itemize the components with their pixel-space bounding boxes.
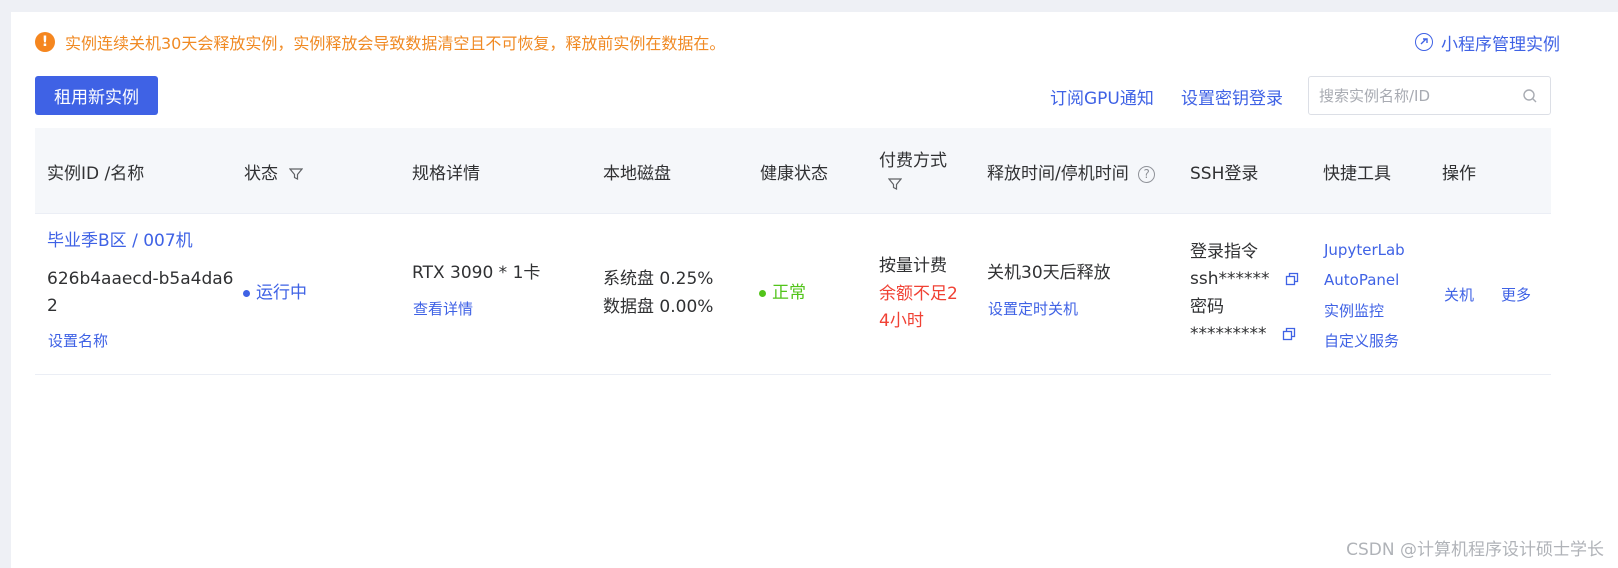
health-text: 正常	[772, 283, 806, 303]
link-icon	[1415, 33, 1433, 51]
col-status-label: 状态	[244, 164, 278, 184]
tool-autopanel-link[interactable]: AutoPanel	[1324, 267, 1399, 294]
set-name-link[interactable]: 设置名称	[48, 328, 108, 355]
instance-panel: ! 实例连续关机30天会释放实例，实例释放会导致数据清空且不可恢复，释放前实例在…	[11, 12, 1618, 568]
col-ssh: SSH登录	[1190, 164, 1259, 184]
col-id-name: 实例ID /名称	[47, 164, 145, 184]
release-policy: 关机30天后释放	[987, 263, 1111, 283]
status-dot	[243, 289, 250, 297]
ssh-command-label: 登录指令	[1190, 242, 1258, 262]
more-button[interactable]: 更多	[1501, 282, 1531, 309]
ssh-key-login-link[interactable]: 设置密钥登录	[1181, 84, 1283, 109]
balance-warning-line1: 余额不足2	[879, 284, 958, 304]
col-tools: 快捷工具	[1323, 164, 1391, 184]
instance-id-line2: 2	[47, 296, 58, 316]
spec-text: RTX 3090 * 1卡	[412, 263, 541, 283]
data-disk-usage: 数据盘 0.00%	[603, 297, 714, 317]
ssh-command-value: ssh******	[1190, 269, 1270, 289]
billing-mode: 按量计费	[879, 256, 947, 276]
ssh-password: *********	[1190, 321, 1296, 348]
status-text: 运行中	[256, 283, 307, 303]
ssh-password-value: *********	[1190, 324, 1267, 344]
tool-jupyterlab-link[interactable]: JupyterLab	[1324, 237, 1405, 264]
filter-icon[interactable]	[888, 177, 902, 191]
table-row: 毕业季B区 / 007机 626b4aaecd-b5a4da6 2 设置名称 运…	[35, 214, 1551, 375]
col-health: 健康状态	[760, 164, 828, 184]
system-disk-usage: 系统盘 0.25%	[603, 269, 714, 289]
set-timed-shutdown-link[interactable]: 设置定时关机	[988, 296, 1078, 323]
watermark: CSDN @计算机程序设计硕士学长	[1346, 540, 1604, 560]
rent-new-instance-button[interactable]: 租用新实例	[35, 76, 158, 115]
instance-name-link[interactable]: 毕业季B区 / 007机	[47, 228, 193, 255]
status-badge: 运行中	[243, 280, 307, 307]
tool-custom-service-link[interactable]: 自定义服务	[1324, 328, 1399, 355]
mini-program-label: 小程序管理实例	[1441, 34, 1560, 55]
release-notice: ! 实例连续关机30天会释放实例，实例释放会导致数据清空且不可恢复，释放前实例在…	[35, 30, 725, 54]
instance-id-line1: 626b4aaecd-b5a4da6	[47, 269, 234, 289]
warning-icon: !	[35, 32, 55, 52]
col-billing: 付费方式	[879, 151, 947, 171]
col-status: 状态	[244, 159, 304, 184]
subscribe-gpu-link[interactable]: 订阅GPU通知	[1050, 84, 1154, 109]
col-release: 释放时间/停机时间 ?	[987, 159, 1156, 184]
help-icon[interactable]: ?	[1138, 165, 1156, 183]
ssh-password-label: 密码	[1190, 297, 1224, 317]
search-icon[interactable]	[1522, 88, 1538, 104]
spec-detail-link[interactable]: 查看详情	[413, 296, 473, 323]
mini-program-manage-link[interactable]: 小程序管理实例	[1415, 30, 1560, 55]
copy-icon[interactable]	[1285, 272, 1299, 286]
filter-icon[interactable]	[289, 167, 304, 181]
health-dot	[759, 289, 766, 297]
tool-monitor-link[interactable]: 实例监控	[1324, 298, 1384, 325]
col-disk: 本地磁盘	[603, 164, 671, 184]
ssh-command: ssh******	[1190, 266, 1299, 293]
search-box	[1308, 76, 1551, 115]
copy-icon[interactable]	[1282, 327, 1296, 341]
table-header: 实例ID /名称 状态 规格详情 本地磁盘 健康状态 付费方式 释放时间/停机时…	[35, 128, 1551, 214]
col-spec: 规格详情	[412, 164, 480, 184]
balance-warning-line2: 4小时	[879, 311, 924, 331]
health-badge: 正常	[759, 280, 806, 307]
notice-text: 实例连续关机30天会释放实例，实例释放会导致数据清空且不可恢复，释放前实例在数据…	[65, 34, 726, 53]
shutdown-button[interactable]: 关机	[1444, 282, 1474, 309]
col-release-label: 释放时间/停机时间	[987, 164, 1129, 184]
col-ops: 操作	[1442, 164, 1476, 184]
search-input[interactable]	[1319, 77, 1514, 114]
